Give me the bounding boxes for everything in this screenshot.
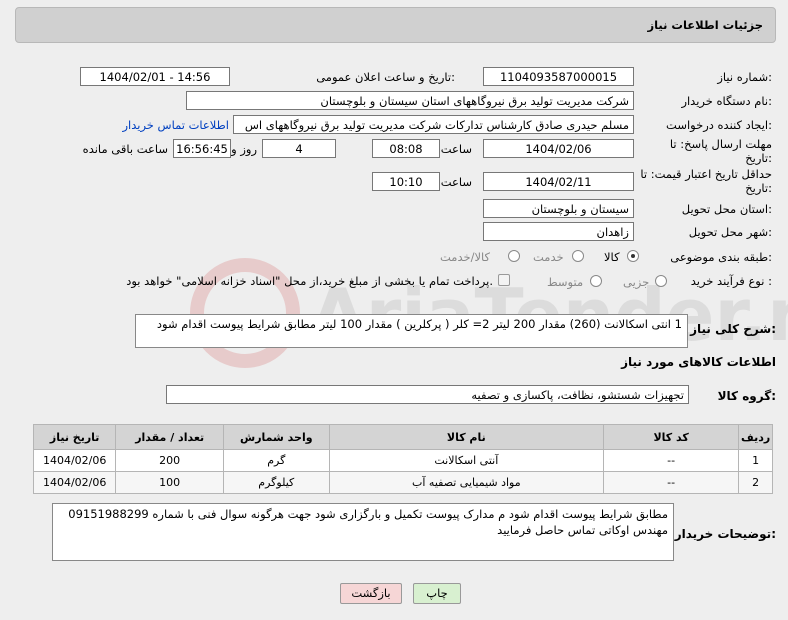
col-item-code: کد کالا: [603, 424, 740, 450]
print-button[interactable]: چاپ: [413, 583, 461, 604]
cell-unit: کیلوگرم: [223, 471, 330, 494]
process-radio-medium[interactable]: [590, 275, 602, 287]
cell-row-number: 1: [738, 449, 773, 472]
buyer-notes-label: توضیحات خریدار:: [674, 527, 776, 541]
treasury-payment-checkbox[interactable]: [498, 274, 510, 286]
reply-time-field: 08:08: [372, 139, 440, 158]
process-radio-minor[interactable]: [655, 275, 667, 287]
page-title: جزئیات اطلاعات نیاز: [647, 18, 763, 32]
announce-datetime-field: 1404/02/01 - 14:56: [80, 67, 230, 86]
days-field: 4: [262, 139, 336, 158]
category-label: طبقه بندی موضوعی:: [670, 250, 772, 264]
validity-time-label: ساعت: [440, 175, 472, 189]
category-radio-goods[interactable]: [627, 250, 639, 262]
cell-row-number: 2: [738, 471, 773, 494]
category-option-service: خدمت: [533, 250, 564, 264]
remaining-label: ساعت باقی مانده: [82, 142, 168, 156]
need-number-label: شماره نیاز:: [717, 70, 772, 84]
buyer-org-field: شرکت مدیریت تولید برق نیروگاههای استان س…: [186, 91, 634, 110]
goods-group-label: گروه کالا:: [717, 389, 776, 403]
cell-need-date: 1404/02/06: [32, 471, 117, 494]
category-option-goods-service: کالا/خدمت: [440, 250, 491, 264]
summary-textarea[interactable]: 1 انتی اسکالانت (260) مقدار 200 لیتر 2= …: [135, 314, 688, 348]
creator-label: ایجاد کننده درخواست:: [666, 118, 772, 132]
goods-section-title: اطلاعات کالاهای مورد نیاز: [621, 355, 776, 369]
process-label: نوع فرآیند خرید :: [690, 274, 772, 288]
back-button[interactable]: بازگشت: [340, 583, 402, 604]
reply-time-label: ساعت: [440, 142, 472, 156]
cell-quantity: 100: [115, 471, 225, 494]
cell-need-date: 1404/02/06: [32, 449, 117, 472]
remaining-time-field: 16:56:45: [173, 139, 231, 158]
category-radio-goods-service[interactable]: [508, 250, 520, 262]
category-radio-service[interactable]: [572, 250, 584, 262]
buyer-notes-textarea[interactable]: مطابق شرایط پیوست اقدام شود م مدارک پیوس…: [52, 503, 674, 561]
announce-label: تاریخ و ساعت اعلان عمومی:: [316, 70, 455, 84]
days-label: روز و: [231, 142, 257, 156]
buyer-contact-link[interactable]: اطلاعات تماس خریدار: [122, 118, 229, 132]
process-option-minor: جزیی: [623, 275, 650, 289]
process-option-medium: متوسط: [547, 275, 584, 289]
cell-quantity: 200: [115, 449, 225, 472]
page-header: جزئیات اطلاعات نیاز: [15, 7, 776, 43]
need-number-field: 1104093587000015: [483, 67, 634, 86]
province-field: سیستان و بلوچستان: [483, 199, 634, 218]
col-row-number: ردیف: [738, 424, 773, 450]
buyer-org-label: نام دستگاه خریدار:: [681, 94, 772, 108]
table-row: 1404/02/06 100 کیلوگرم مواد شیمیایی تصفی…: [32, 471, 773, 494]
cell-item-code: --: [603, 449, 740, 472]
summary-label: شرح کلی نیاز:: [690, 322, 776, 336]
cell-item-name: مواد شیمیایی تصفیه آب: [328, 471, 605, 494]
col-item-name: نام کالا: [328, 424, 605, 450]
treasury-payment-note: پرداخت تمام یا بخشی از مبلغ خرید،از محل …: [126, 274, 493, 288]
category-option-goods: کالا: [604, 250, 620, 264]
creator-field: مسلم حیدری صادق کارشناس تدارکات شرکت مدی…: [233, 115, 634, 134]
province-label: استان محل تحویل:: [681, 202, 772, 216]
table-row: 1404/02/06 200 گرم آنتی اسکالانت -- 1: [32, 449, 773, 472]
validity-date-field: 1404/02/11: [483, 172, 634, 191]
city-field: زاهدان: [483, 222, 634, 241]
reply-date-field: 1404/02/06: [483, 139, 634, 158]
cell-item-code: --: [603, 471, 740, 494]
col-need-date: تاریخ نیاز: [32, 424, 117, 450]
cell-item-name: آنتی اسکالانت: [328, 449, 605, 472]
goods-group-field: تجهیزات شستشو، نظافت، پاکسازی و تصفیه: [166, 385, 689, 404]
reply-deadline-label: مهلت ارسال پاسخ: تا تاریخ:: [669, 137, 772, 165]
col-quantity: تعداد / مقدار: [115, 424, 225, 450]
goods-table: تاریخ نیاز تعداد / مقدار واحد شمارش نام …: [32, 424, 773, 494]
city-label: شهر محل تحویل:: [688, 225, 772, 239]
cell-unit: گرم: [223, 449, 330, 472]
col-unit: واحد شمارش: [223, 424, 330, 450]
validity-time-field: 10:10: [372, 172, 440, 191]
validity-label: حداقل تاریخ اعتبار قیمت: تا تاریخ:: [640, 167, 772, 195]
